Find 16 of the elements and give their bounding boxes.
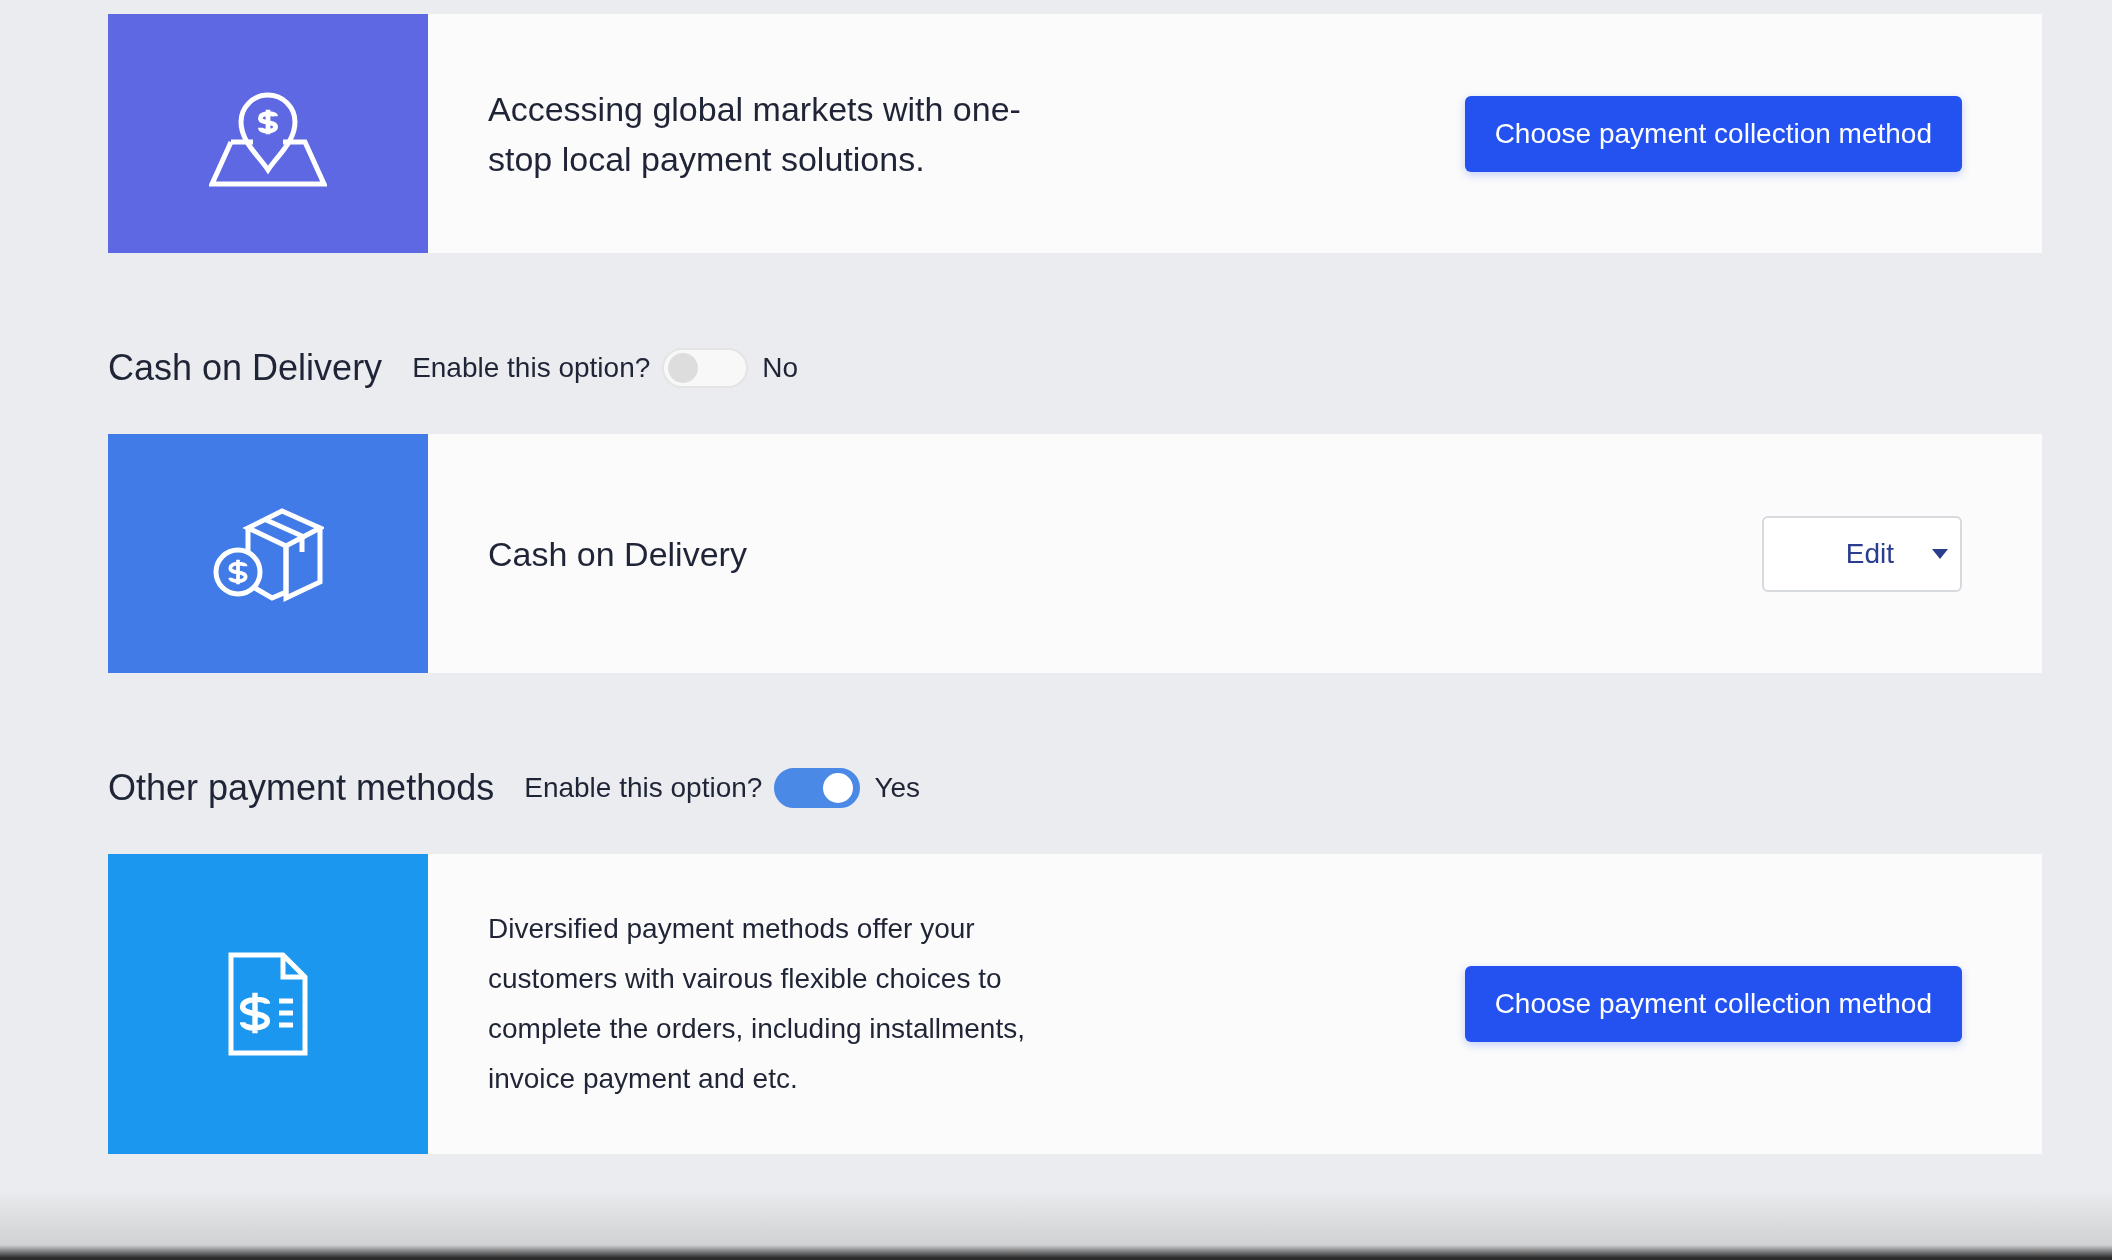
enable-label: Enable this option? [524, 771, 763, 804]
invoice-dollar-icon [227, 951, 309, 1057]
toggle-switch[interactable] [774, 767, 861, 808]
section-title: Cash on Delivery [108, 346, 383, 389]
enable-label: Enable this option? [412, 351, 651, 384]
caret-icon [1932, 548, 1948, 559]
box-dollar-icon [212, 505, 324, 602]
choose-method-button[interactable]: Choose payment collection method [1464, 966, 1962, 1042]
card-description: Cash on Delivery [488, 533, 748, 575]
toggle-status: No [762, 351, 799, 384]
card-description: Accessing global markets with one-stop local payment solutions. [488, 88, 1022, 180]
edit-dropdown[interactable]: Edit [1762, 515, 1962, 592]
choose-method-button[interactable]: Choose payment collection method [1464, 95, 1962, 172]
card-description: Diversified payment methods offer your customers with vairous flexible choices to complete the orders, including installments, invoice payment and etc. [488, 912, 1026, 1096]
toggle-status: Yes [874, 771, 921, 804]
section-title: Other payment methods [108, 766, 495, 809]
